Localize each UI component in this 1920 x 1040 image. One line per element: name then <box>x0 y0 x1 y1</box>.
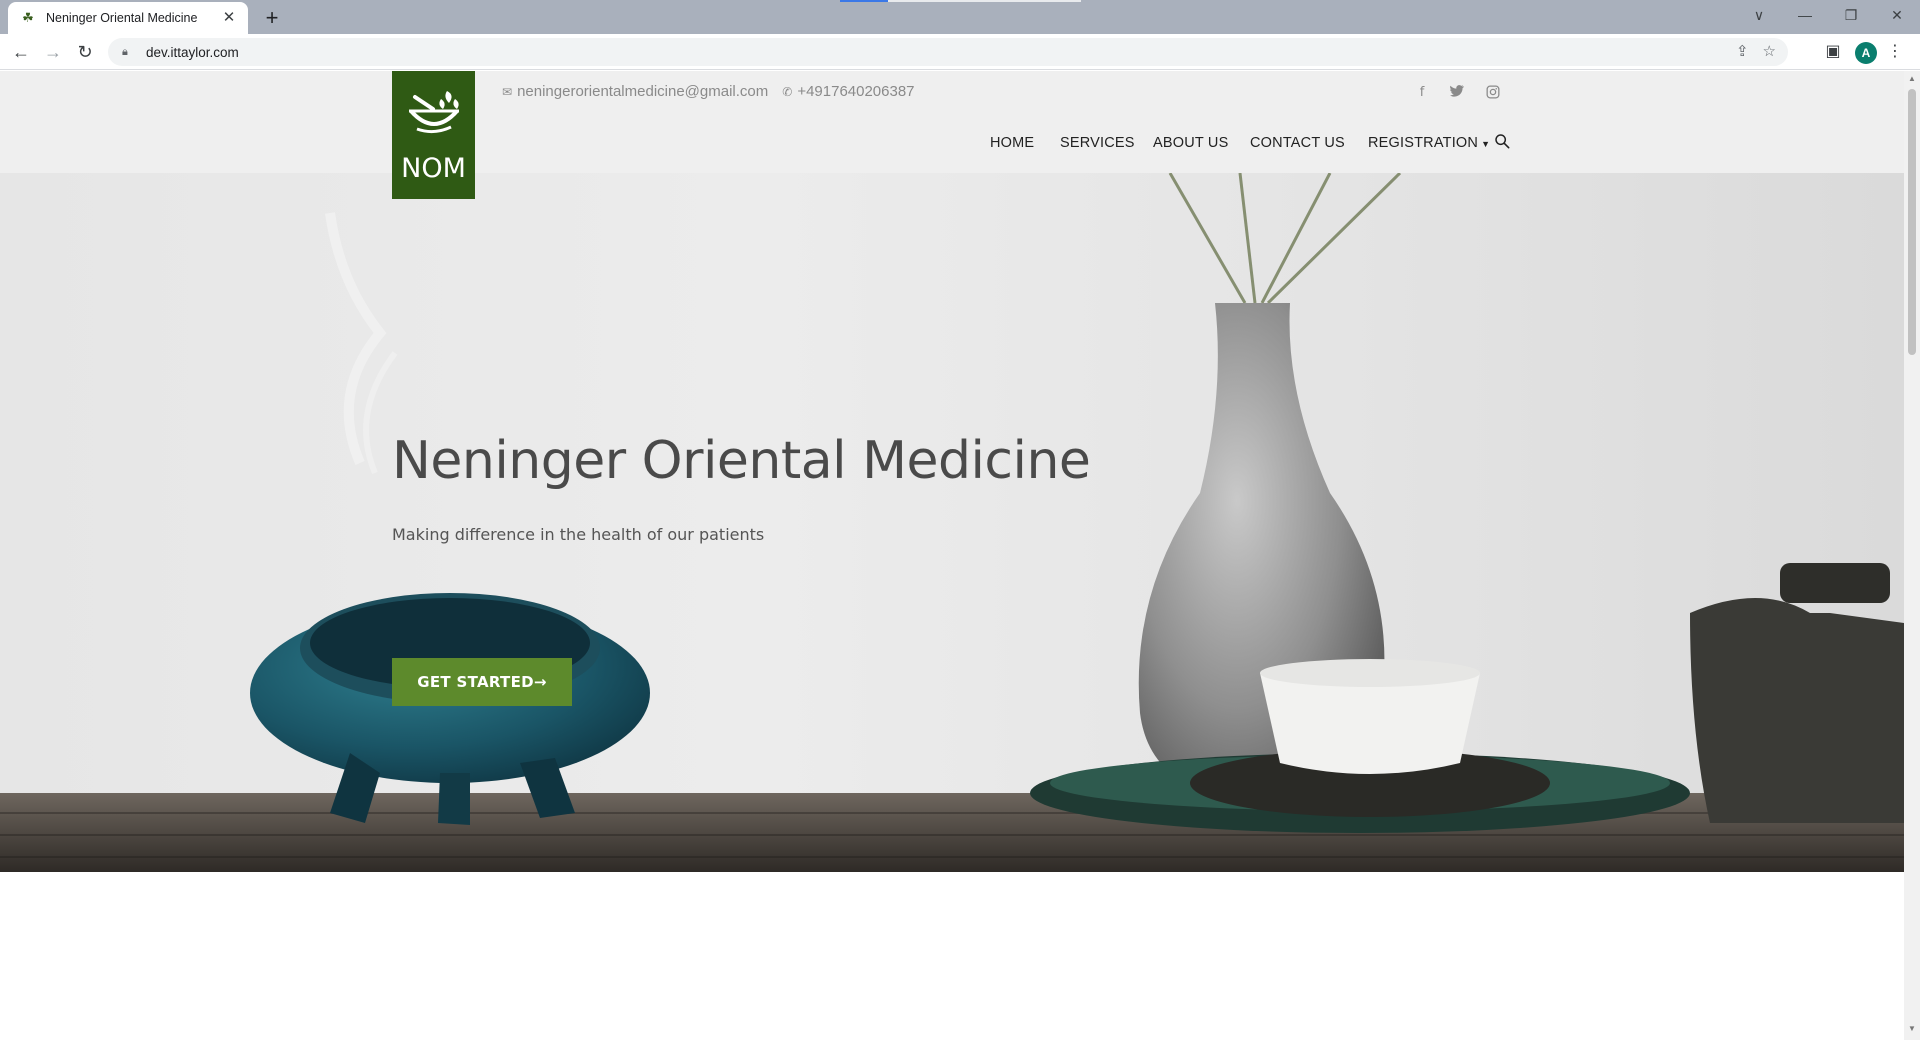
url-text: dev.ittaylor.com <box>146 44 239 60</box>
forward-icon[interactable]: → <box>40 39 66 65</box>
tab-search-icon[interactable]: ∨ <box>1736 0 1782 30</box>
twitter-icon[interactable] <box>1448 85 1466 100</box>
phone-contact[interactable]: ✆ +4917640206387 <box>782 83 914 100</box>
profile-avatar[interactable]: A <box>1855 42 1877 64</box>
search-icon[interactable] <box>1494 133 1510 154</box>
new-tab-button[interactable]: + <box>258 4 286 32</box>
nav-registration-label: REGISTRATION <box>1368 135 1479 151</box>
page-viewport: ✉ neningerorientalmedicine@gmail.com ✆ +… <box>0 71 1904 1040</box>
mortar-leaf-icon: ☘ <box>22 10 34 25</box>
phone-text: +4917640206387 <box>797 83 915 100</box>
close-window-icon[interactable]: ✕ <box>1874 0 1920 30</box>
menu-kebab-icon[interactable]: ⋮ <box>1884 40 1906 64</box>
close-tab-icon[interactable]: ✕ <box>220 9 238 27</box>
tab-strip: ☘ Neninger Oriental Medicine ✕ + ∨ — ❐ ✕ <box>0 0 1920 34</box>
main-nav: HOME <box>990 135 1034 151</box>
share-icon[interactable]: ⇪ <box>1736 42 1749 60</box>
back-icon[interactable]: ← <box>8 39 34 65</box>
facebook-icon[interactable]: f <box>1413 85 1431 100</box>
hero-photo <box>0 173 1904 872</box>
instagram-icon[interactable] <box>1484 85 1502 102</box>
hero-subtitle: Making difference in the health of our p… <box>392 525 765 544</box>
content-area <box>0 872 1904 1040</box>
reload-icon[interactable]: ↻ <box>72 39 98 65</box>
tab-strip-indicator-track <box>888 0 1081 2</box>
main-nav-about: ABOUT US <box>1153 135 1228 151</box>
main-nav-contact: CONTACT US <box>1250 135 1345 151</box>
address-bar[interactable]: 🔒︎ dev.ittaylor.com ⇪ ☆ <box>108 38 1788 66</box>
get-started-button[interactable]: GET STARTED→ <box>392 658 572 706</box>
site-header: ✉ neningerorientalmedicine@gmail.com ✆ +… <box>0 71 1904 173</box>
hero-title: Neninger Oriental Medicine <box>392 431 1091 491</box>
main-nav-registration: REGISTRATION ▼ <box>1368 135 1490 151</box>
main-nav-search <box>1494 133 1510 154</box>
browser-tab[interactable]: ☘ Neninger Oriental Medicine ✕ <box>8 2 248 34</box>
nav-about-us[interactable]: ABOUT US <box>1153 135 1228 151</box>
site-logo[interactable]: NOM <box>392 71 475 199</box>
caret-down-icon: ▼ <box>1481 139 1491 149</box>
minimize-icon[interactable]: — <box>1782 0 1828 30</box>
nav-services[interactable]: SERVICES <box>1060 135 1135 151</box>
contact-bar: ✉ neningerorientalmedicine@gmail.com ✆ +… <box>502 83 929 100</box>
mortar-pestle-leaf-icon <box>408 91 459 134</box>
main-nav-services: SERVICES <box>1060 135 1135 151</box>
tab-title: Neninger Oriental Medicine <box>46 11 198 25</box>
phone-icon: ✆ <box>782 84 793 99</box>
tab-strip-indicator <box>840 0 888 2</box>
bookmark-star-icon[interactable]: ☆ <box>1763 42 1776 60</box>
side-panel-icon[interactable]: ▣ <box>1822 40 1844 64</box>
nav-home[interactable]: HOME <box>990 135 1034 151</box>
email-contact[interactable]: ✉ neningerorientalmedicine@gmail.com <box>502 83 768 100</box>
scroll-up-arrow-icon[interactable]: ▲ <box>1907 74 1917 83</box>
page-scrollbar[interactable]: ▲ ▼ <box>1904 71 1920 1040</box>
email-text: neningerorientalmedicine@gmail.com <box>517 83 769 100</box>
nav-contact-us[interactable]: CONTACT US <box>1250 135 1345 151</box>
restore-icon[interactable]: ❐ <box>1828 0 1874 30</box>
browser-toolbar: ← → ↻ 🔒︎ dev.ittaylor.com ⇪ ☆ ▣ A ⋮ <box>0 34 1920 70</box>
hero-section: Neninger Oriental Medicine Making differ… <box>0 173 1904 872</box>
scrollbar-thumb[interactable] <box>1908 89 1916 355</box>
envelope-icon: ✉ <box>502 84 513 99</box>
scroll-down-arrow-icon[interactable]: ▼ <box>1907 1024 1917 1033</box>
logo-text: NOM <box>401 153 466 184</box>
lock-icon: 🔒︎ <box>122 45 128 58</box>
nav-registration[interactable]: REGISTRATION ▼ <box>1368 135 1490 151</box>
